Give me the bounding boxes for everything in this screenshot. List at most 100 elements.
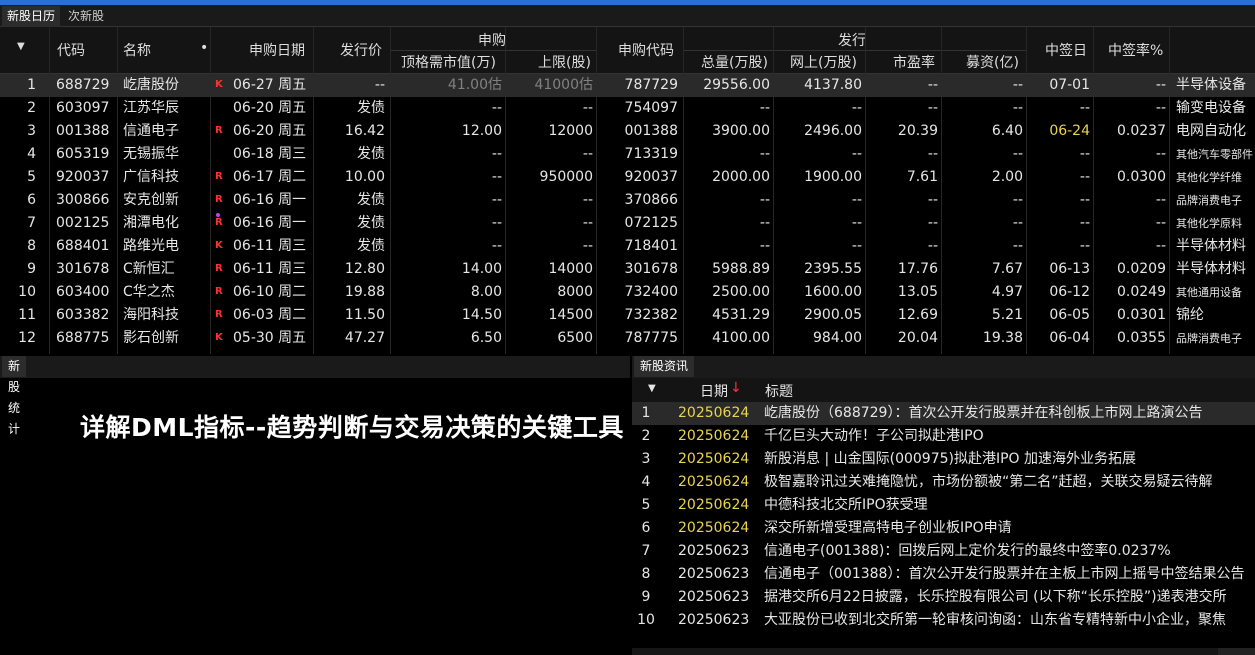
news-title[interactable]: 中德科技北交所IPO获受理 (764, 494, 1255, 517)
row-number: 6 (27, 192, 36, 208)
news-item[interactable]: 4 20250624 极智嘉聆讯过关难掩隐忧，市场份额被“第二名”赶超，关联交易疑云… (632, 471, 1255, 494)
news-date: 20250624 (678, 474, 750, 490)
news-item[interactable]: 6 20250624 深交所新增受理高特电子创业板IPO申请 (632, 517, 1255, 540)
online-issue: -- (851, 146, 862, 162)
issue-total: 29556.00 (703, 77, 770, 93)
top-value: -- (491, 215, 502, 231)
stock-code: 603400 (56, 284, 110, 300)
online-issue: -- (851, 100, 862, 116)
news-title[interactable]: 极智嘉聆讯过关难掩隐忧，市场份额被“第二名”赶超，关联交易疑云待解 (764, 471, 1255, 494)
table-row[interactable]: 4 605319 无锡振华 06-18 周三 发债 -- -- 713319 -- -- -- -- -… (0, 143, 1255, 166)
online-issue: 1600.00 (804, 284, 862, 300)
news-title[interactable]: 据港交所6月22日披露，长乐控股有限公司 (以下称“长乐控股”)递表港交所 (764, 586, 1255, 609)
col-code[interactable]: 代码 (57, 40, 85, 60)
tab-new-stock-calendar[interactable]: 新股日历 (2, 6, 61, 27)
news-item[interactable]: 3 20250624 新股消息 | 山金国际(000975)拟赴港IPO 加速海外业… (632, 448, 1255, 471)
stock-name: 海阳科技 (123, 307, 179, 323)
win-rate: -- (1155, 77, 1166, 93)
news-title[interactable]: 信通电子(001388)：回拨后网上定价发行的最终中签率0.0237% (764, 540, 1255, 563)
news-menu-icon[interactable]: ▼ (648, 383, 656, 394)
raise-amount: 2.00 (991, 169, 1023, 185)
news-title[interactable]: 屹唐股份（688729）：首次公开发行股票并在科创板上市网上路演公告 (764, 402, 1255, 425)
table-row[interactable]: 1 688729 屹唐股份 06-27 周五 -- 41.00估 41000估 787729 2… (0, 74, 1255, 97)
row-number: 11 (18, 307, 36, 323)
col-apply-date[interactable]: 申购日期 (249, 40, 305, 60)
stock-code: 002125 (56, 215, 110, 231)
issue-total: -- (759, 100, 770, 116)
issue-total: 4531.29 (712, 307, 770, 323)
news-item[interactable]: 5 20250624 中德科技北交所IPO获受理 (632, 494, 1255, 517)
col-pe[interactable]: 市盈率 (893, 52, 935, 72)
industry: 品牌消费电子 (1176, 194, 1242, 207)
col-total[interactable]: 总量(万股) (701, 52, 768, 72)
apply-code: 713319 (624, 146, 678, 162)
news-date: 20250624 (678, 520, 750, 536)
news-item[interactable]: 8 20250623 信通电子（001388）：首次公开发行股票并在主板上市网上摇号… (632, 563, 1255, 586)
news-col-date[interactable]: 日期 (700, 381, 728, 401)
top-value: -- (491, 238, 502, 254)
news-header: ▼ 日期 ↓ 标题 (632, 378, 1255, 402)
table-row[interactable]: 10 603400 C华之杰 06-10 周二 19.88 8.00 8000 732400 2… (0, 281, 1255, 304)
col-top-value[interactable]: 顶格需市值(万) (401, 52, 496, 72)
col-win-rate[interactable]: 中签率% (1108, 40, 1163, 60)
win-date: 06-13 (1049, 261, 1090, 277)
industry: 半导体材料 (1176, 238, 1246, 254)
table-row[interactable]: 2 603097 江苏华辰 06-20 周五 发债 -- -- 754097 -- -- -- -- -… (0, 97, 1255, 120)
share-limit: 8000 (557, 284, 593, 300)
news-title[interactable]: 信通电子（001388）：首次公开发行股票并在主板上市网上摇号中签结果公告 (764, 563, 1255, 586)
ipo-calendar-table: 1 688729 屹唐股份 06-27 周五 -- 41.00估 41000估 787729 2… (0, 74, 1255, 354)
industry: 品牌消费电子 (1176, 332, 1242, 345)
group-issue: 发行 (838, 33, 866, 49)
table-row[interactable]: 3 001388 信通电子 06-20 周五 16.42 12.00 12000 001388… (0, 120, 1255, 143)
news-item[interactable]: 10 20250623 大亚股份已收到北交所第一轮审核问询函：山东省专精特新中小企业… (632, 609, 1255, 632)
issue-price: 10.00 (344, 169, 385, 185)
table-row[interactable]: 12 688775 影石创新 05-30 周五 47.27 6.50 6500 787775 4… (0, 327, 1255, 350)
tab-sub-new-stocks[interactable]: 次新股 (63, 6, 109, 27)
news-number: 7 (641, 543, 651, 559)
news-title[interactable]: 新股消息 | 山金国际(000975)拟赴港IPO 加速海外业务拓展 (764, 448, 1255, 471)
issue-price: -- (374, 77, 385, 93)
row-number: 8 (27, 238, 36, 254)
col-apply-code[interactable]: 申购代码 (618, 40, 674, 60)
stock-name: 影石创新 (123, 330, 179, 346)
stock-name: 安克创新 (123, 192, 179, 208)
col-raise[interactable]: 募资(亿) (966, 52, 1019, 72)
horizontal-scrollbar[interactable] (632, 648, 1218, 655)
news-title[interactable]: 千亿巨头大动作！子公司拟赴港IPO (764, 425, 1255, 448)
col-limit[interactable]: 上限(股) (538, 52, 591, 72)
table-row[interactable]: 6 300866 安克创新 06-16 周一 发债 -- -- 370866 -- -- -- -- -… (0, 189, 1255, 212)
win-rate: 0.0209 (1117, 261, 1166, 277)
issue-total: -- (759, 146, 770, 162)
industry: 其他汽车零部件 (1176, 148, 1253, 161)
news-title[interactable]: 大亚股份已收到北交所第一轮审核问询函：山东省专精特新中小企业，聚焦 (764, 609, 1255, 632)
row-number: 1 (27, 77, 36, 93)
news-item[interactable]: 7 20250623 信通电子(001388)：回拨后网上定价发行的最终中签率0.0… (632, 540, 1255, 563)
tab-new-stock-news[interactable]: 新股资讯 (634, 356, 695, 377)
news-number: 9 (641, 589, 651, 605)
pe-ratio: -- (927, 238, 938, 254)
news-item[interactable]: 2 20250624 千亿巨头大动作！子公司拟赴港IPO (632, 425, 1255, 448)
table-row[interactable]: 7 002125 湘潭电化 06-16 周一 发债 -- -- 072125 -- -- -- -- -… (0, 212, 1255, 235)
top-value: -- (491, 146, 502, 162)
col-name[interactable]: 名称 (123, 40, 151, 60)
column-menu-icon[interactable]: ▼ (17, 41, 25, 52)
top-value: 41.00估 (447, 77, 502, 93)
industry: 锦纶 (1176, 307, 1204, 323)
table-row[interactable]: 9 301678 C新恒汇 06-11 周三 12.80 14.00 14000 301678… (0, 258, 1255, 281)
tab-new-stock-stats[interactable]: 新股统计 (2, 356, 27, 436)
col-win-date[interactable]: 中签日 (1045, 40, 1087, 60)
win-rate: -- (1155, 192, 1166, 208)
win-date: 06-12 (1049, 284, 1090, 300)
registration-tag-icon: R (215, 125, 223, 136)
col-online[interactable]: 网上(万股) (790, 52, 857, 72)
table-row[interactable]: 8 688401 路维光电 06-11 周三 发债 -- -- 718401 -- -- -- -- -… (0, 235, 1255, 258)
sort-arrow-icon[interactable]: ↓ (730, 380, 742, 396)
table-row[interactable]: 5 920037 广信科技 06-17 周二 10.00 -- 950000 920037 20… (0, 166, 1255, 189)
news-item[interactable]: 1 20250624 屹唐股份（688729）：首次公开发行股票并在科创板上市网上路… (632, 402, 1255, 425)
news-item[interactable]: 9 20250623 据港交所6月22日披露，长乐控股有限公司 (以下称“长乐控股”… (632, 586, 1255, 609)
table-row[interactable]: 11 603382 海阳科技 06-03 周二 11.50 14.50 14500 73238… (0, 304, 1255, 327)
news-col-title[interactable]: 标题 (765, 381, 793, 401)
col-issue-price[interactable]: 发行价 (340, 40, 382, 60)
news-title[interactable]: 深交所新增受理高特电子创业板IPO申请 (764, 517, 1255, 540)
apply-code: 732400 (624, 284, 678, 300)
